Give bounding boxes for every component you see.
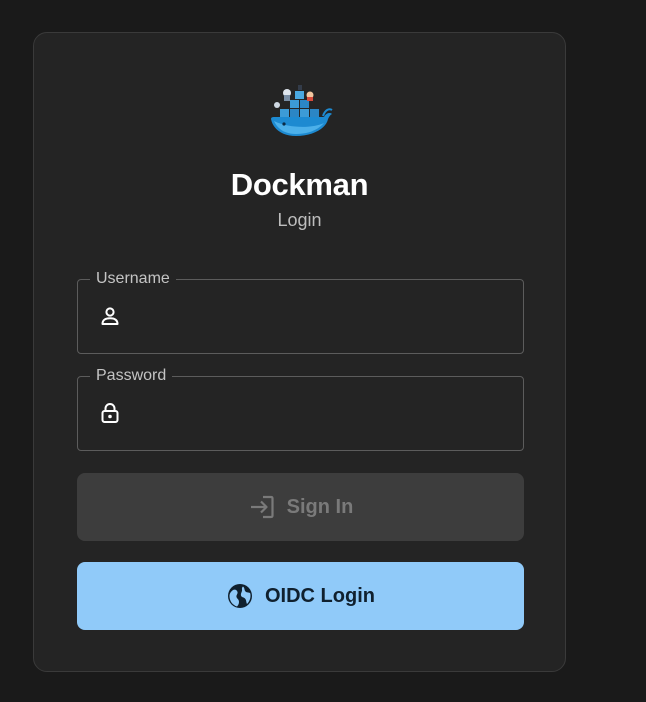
person-icon — [101, 307, 119, 325]
oidc-login-button[interactable]: OIDC Login — [77, 562, 524, 630]
lock-icon — [101, 402, 119, 423]
login-card: Dockman Login Username Password Sign In — [33, 32, 566, 672]
password-label: Password — [90, 366, 173, 386]
oidc-login-label: OIDC Login — [265, 584, 375, 607]
page-subtitle: Login — [277, 210, 322, 230]
username-input[interactable] — [138, 294, 512, 340]
password-input[interactable] — [138, 391, 512, 437]
docker-whale-logo-icon — [271, 85, 333, 136]
sign-in-label: Sign In — [286, 495, 354, 518]
username-label: Username — [90, 269, 176, 289]
globe-icon — [228, 584, 252, 608]
password-field[interactable]: Password — [77, 366, 524, 451]
app-title: Dockman — [230, 167, 369, 202]
username-field[interactable]: Username — [77, 269, 524, 354]
sign-in-button[interactable]: Sign In — [77, 473, 524, 541]
login-icon — [250, 495, 274, 519]
